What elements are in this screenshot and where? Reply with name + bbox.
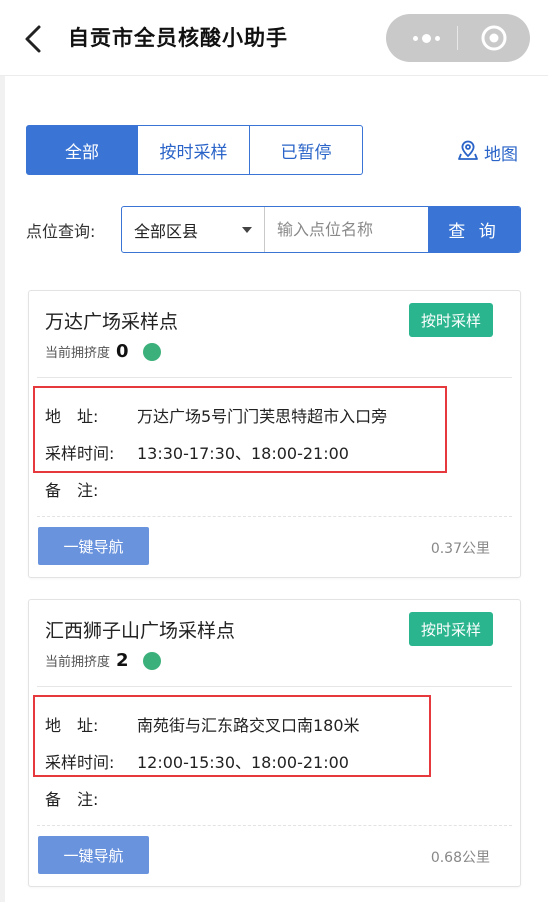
divider [37, 377, 512, 378]
address-row: 地 址: 南苑街与汇东路交叉口南180米 [45, 712, 360, 736]
address-label: 地 址: [45, 407, 99, 426]
address-value: 万达广场5号门门芙思特超市入口旁 [137, 407, 388, 426]
search-label: 点位查询: [26, 222, 96, 241]
app-header: 自贡市全员核酸小助手 [0, 0, 548, 76]
site-name: 万达广场采样点 [45, 311, 179, 333]
tab-on-time[interactable]: 按时采样 [138, 125, 250, 175]
remark-label: 备 注: [45, 790, 99, 809]
distance: 0.37公里 [430, 541, 490, 557]
status-badge: 按时采样 [409, 303, 493, 337]
crowd-level: 当前拥挤度 0 [45, 341, 161, 362]
time-label: 采样时间: [45, 444, 115, 463]
crowd-label: 当前拥挤度 [45, 655, 111, 670]
distance: 0.68公里 [430, 850, 490, 866]
district-select[interactable]: 全部区县 [122, 207, 265, 252]
query-button[interactable]: 查 询 [428, 207, 520, 252]
crowd-value: 0 [116, 341, 129, 362]
mini-program-capsule [386, 14, 530, 62]
time-row: 采样时间: 12:00-15:30、18:00-21:00 [45, 749, 349, 773]
navigate-button[interactable]: 一键导航 [38, 527, 149, 565]
address-row: 地 址: 万达广场5号门门芙思特超市入口旁 [45, 403, 387, 427]
capsule-divider [457, 26, 458, 50]
map-link-label: 地图 [484, 145, 518, 165]
crowd-level: 当前拥挤度 2 [45, 650, 161, 671]
time-value: 12:00-15:30、18:00-21:00 [137, 753, 349, 772]
district-value: 全部区县 [134, 221, 199, 241]
back-icon[interactable] [20, 24, 48, 54]
crowd-status-dot [142, 651, 161, 670]
filter-tabs: 全部 按时采样 已暂停 [26, 125, 363, 175]
map-pin-icon [457, 139, 479, 166]
caret-down-icon [242, 227, 252, 233]
divider [37, 825, 512, 826]
map-link[interactable]: 地图 [457, 139, 518, 166]
crowd-label: 当前拥挤度 [45, 346, 111, 361]
crowd-value: 2 [116, 650, 129, 671]
close-mini-program-icon[interactable] [481, 25, 507, 51]
address-value: 南苑街与汇东路交叉口南180米 [137, 716, 360, 735]
remark-label: 备 注: [45, 481, 99, 500]
search-box: 全部区县 查 询 [121, 206, 521, 253]
page-title: 自贡市全员核酸小助手 [68, 26, 288, 50]
site-card: 汇西狮子山广场采样点 当前拥挤度 2 按时采样 地 址: 南苑街与汇东路交叉口南… [28, 599, 521, 887]
remark-row: 备 注: [45, 477, 137, 501]
divider [37, 516, 512, 517]
divider [37, 686, 512, 687]
crowd-status-dot [142, 342, 161, 361]
navigate-button[interactable]: 一键导航 [38, 836, 149, 874]
site-card: 万达广场采样点 当前拥挤度 0 按时采样 地 址: 万达广场5号门门芙思特超市入… [28, 290, 521, 578]
time-label: 采样时间: [45, 753, 115, 772]
site-name-input[interactable] [265, 207, 428, 252]
address-label: 地 址: [45, 716, 99, 735]
tab-paused[interactable]: 已暂停 [250, 125, 363, 175]
tab-all[interactable]: 全部 [26, 125, 138, 175]
time-row: 采样时间: 13:30-17:30、18:00-21:00 [45, 440, 349, 464]
remark-row: 备 注: [45, 786, 137, 810]
time-value: 13:30-17:30、18:00-21:00 [137, 444, 349, 463]
status-badge: 按时采样 [409, 612, 493, 646]
more-icon[interactable] [406, 24, 446, 52]
site-name: 汇西狮子山广场采样点 [45, 620, 236, 642]
